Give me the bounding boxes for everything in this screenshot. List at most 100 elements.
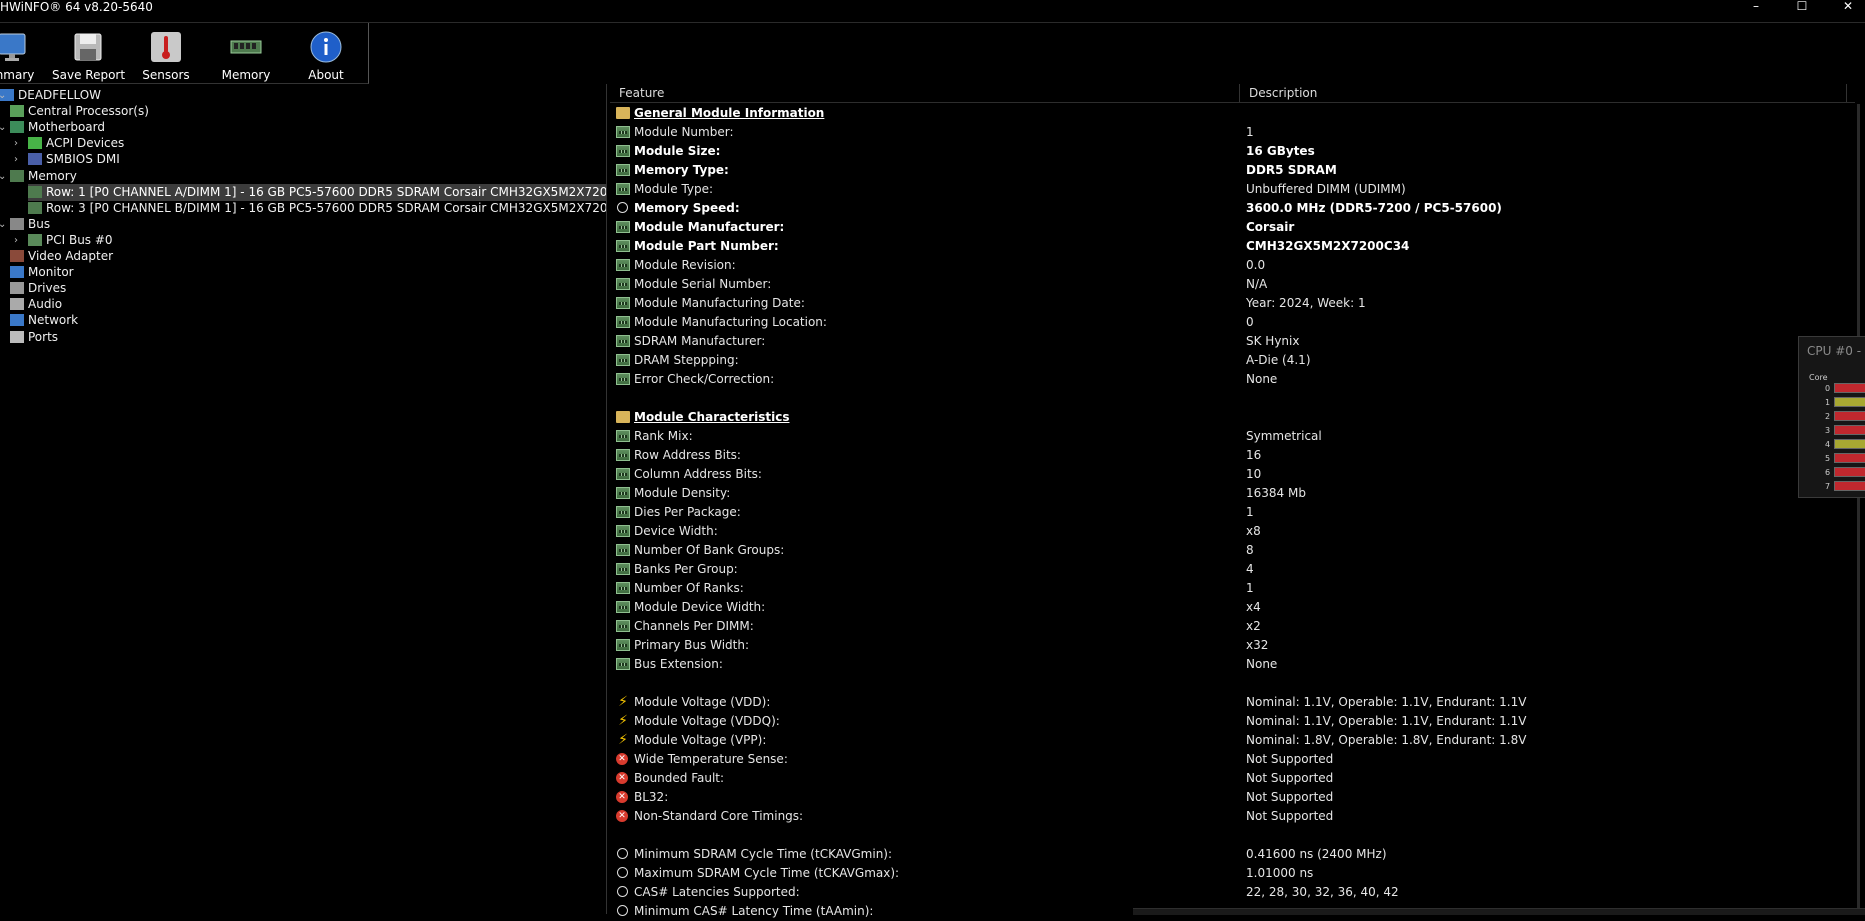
tree-item[interactable]: Row: 3 [P0 CHANNEL B/DIMM 1] - 16 GB PC5… <box>28 200 606 217</box>
table-row[interactable]: Module Size: 16 GBytes <box>610 142 1855 161</box>
table-row[interactable]: Bus Extension: None <box>610 655 1855 674</box>
table-row[interactable]: ✕ Non-Standard Core Timings: Not Supported <box>610 807 1855 826</box>
table-row[interactable]: Memory Speed: 3600.0 MHz (DDR5-7200 / PC5… <box>610 199 1855 218</box>
description-cell: x4 <box>1246 600 1261 614</box>
ram-module-icon <box>616 240 630 252</box>
table-row[interactable]: Module Type: Unbuffered DIMM (UDIMM) <box>610 180 1855 199</box>
close-button[interactable]: ✕ <box>1825 0 1865 14</box>
table-row[interactable]: ⚡ Module Voltage (VDDQ): Nominal: 1.1V, Op… <box>610 712 1855 731</box>
chevron-right-icon[interactable]: › <box>14 135 24 152</box>
table-row[interactable]: Error Check/Correction: None <box>610 370 1855 389</box>
table-row[interactable]: Module Revision: 0.0 <box>610 256 1855 275</box>
table-row[interactable]: ⚡ Module Voltage (VPP): Nominal: 1.8V, Ope… <box>610 731 1855 750</box>
spacer-row <box>610 826 1855 845</box>
table-row[interactable]: Memory Type: DDR5 SDRAM <box>610 161 1855 180</box>
table-row[interactable]: Banks Per Group: 4 <box>610 560 1855 579</box>
table-row[interactable]: Channels Per DIMM: x2 <box>610 617 1855 636</box>
tree-item[interactable]: Video Adapter <box>10 248 113 265</box>
tree-item[interactable]: Bus <box>10 216 50 233</box>
core-load-bar <box>1834 383 1865 393</box>
section-header-row[interactable]: General Module Information <box>610 104 1855 123</box>
ram-module-icon <box>616 373 630 385</box>
description-cell: Nominal: 1.1V, Operable: 1.1V, Endurant:… <box>1246 695 1527 709</box>
tree-item[interactable]: Central Processor(s) <box>10 103 149 120</box>
summary-button[interactable]: mmary <box>0 27 36 82</box>
table-row[interactable]: Dies Per Package: 1 <box>610 503 1855 522</box>
table-row[interactable]: Number Of Ranks: 1 <box>610 579 1855 598</box>
table-row[interactable]: Device Width: x8 <box>610 522 1855 541</box>
table-row[interactable]: DRAM Steppping: A-Die (4.1) <box>610 351 1855 370</box>
device-tree[interactable]: DEADFELLOW ⌄ Central Processor(s)Motherboa… <box>0 84 607 914</box>
window-title: HWiNFO® 64 v8.20-5640 <box>0 0 153 14</box>
cpu-status-window[interactable]: CPU #0 - A Core 0 1 2 3 4 5 6 7 <box>1798 336 1865 498</box>
table-row[interactable]: Module Serial Number: N/A <box>610 275 1855 294</box>
table-row[interactable]: SDRAM Manufacturer: SK Hynix <box>610 332 1855 351</box>
column-header-feature[interactable]: Feature <box>610 84 664 102</box>
about-button[interactable]: About <box>300 27 352 82</box>
minimize-button[interactable]: – <box>1733 0 1779 14</box>
table-row[interactable]: Maximum SDRAM Cycle Time (tCKAVGmax): 1.0… <box>610 864 1855 883</box>
feature-cell: Row Address Bits: <box>634 448 741 462</box>
ram-module-icon <box>616 449 630 461</box>
sensors-button[interactable]: Sensors <box>140 27 192 82</box>
table-row[interactable]: Module Manufacturing Date: Year: 2024, We… <box>610 294 1855 313</box>
battery-icon <box>28 137 42 150</box>
tree-item[interactable]: Network <box>10 312 78 329</box>
feature-cell: Module Type: <box>634 182 714 196</box>
section-header-row[interactable]: Module Characteristics <box>610 408 1855 427</box>
feature-cell: Device Width: <box>634 524 718 538</box>
maximize-button[interactable]: ☐ <box>1779 0 1825 14</box>
table-row[interactable]: Module Number: 1 <box>610 123 1855 142</box>
chevron-right-icon[interactable]: › <box>14 151 24 168</box>
table-row[interactable]: Module Density: 16384 Mb <box>610 484 1855 503</box>
tree-item[interactable]: Memory <box>10 168 77 185</box>
table-row[interactable]: CAS# Latencies Supported: 22, 28, 30, 32,… <box>610 883 1855 902</box>
chevron-down-icon[interactable]: ⌄ <box>0 119 8 136</box>
tree-item-label: Bus <box>28 216 51 231</box>
save-report-button[interactable]: Save Report <box>52 27 125 82</box>
feature-cell: General Module Information <box>634 106 825 120</box>
chevron-down-icon[interactable]: ⌄ <box>0 87 8 104</box>
column-header-description[interactable]: Description <box>1240 84 1317 102</box>
table-row[interactable]: Module Manufacturing Location: 0 <box>610 313 1855 332</box>
table-row[interactable]: ✕ Wide Temperature Sense: Not Supported <box>610 750 1855 769</box>
tree-item[interactable]: Drives <box>10 280 66 297</box>
tree-item[interactable]: Motherboard <box>10 119 105 136</box>
tree-item[interactable]: Ports <box>10 329 58 346</box>
monitor-icon <box>10 266 24 279</box>
table-row[interactable]: Row Address Bits: 16 <box>610 446 1855 465</box>
table-row[interactable]: Rank Mix: Symmetrical <box>610 427 1855 446</box>
table-row[interactable]: Column Address Bits: 10 <box>610 465 1855 484</box>
core-load-bar <box>1834 425 1865 435</box>
table-row[interactable]: Minimum SDRAM Cycle Time (tCKAVGmin): 0.4… <box>610 845 1855 864</box>
chevron-down-icon[interactable]: ⌄ <box>0 168 8 185</box>
core-label: Core <box>1809 373 1828 382</box>
bus-icon <box>10 217 24 230</box>
vertical-scrollbar[interactable] <box>1857 104 1860 910</box>
description-cell: DDR5 SDRAM <box>1246 163 1337 177</box>
chevron-right-icon[interactable]: › <box>14 232 24 249</box>
tree-item[interactable]: PCI Bus #0 <box>28 232 113 249</box>
table-row[interactable]: Module Part Number: CMH32GX5M2X7200C34 <box>610 237 1855 256</box>
table-row[interactable]: ⚡ Module Voltage (VDD): Nominal: 1.1V, Ope… <box>610 693 1855 712</box>
column-separator[interactable] <box>1846 84 1847 102</box>
table-row[interactable]: ✕ Bounded Fault: Not Supported <box>610 769 1855 788</box>
core-load-bar <box>1834 411 1865 421</box>
table-row[interactable]: Number Of Bank Groups: 8 <box>610 541 1855 560</box>
tree-item[interactable]: SMBIOS DMI <box>28 151 120 168</box>
tree-item[interactable]: DEADFELLOW <box>0 87 101 104</box>
tree-item[interactable]: Audio <box>10 296 62 313</box>
tree-item[interactable]: Row: 1 [P0 CHANNEL A/DIMM 1] - 16 GB PC5… <box>28 183 606 201</box>
chevron-down-icon[interactable]: ⌄ <box>0 216 8 233</box>
table-row[interactable]: Module Device Width: x4 <box>610 598 1855 617</box>
tree-item-label: Drives <box>28 281 67 296</box>
table-row[interactable]: Module Manufacturer: Corsair <box>610 218 1855 237</box>
table-row[interactable]: Primary Bus Width: x32 <box>610 636 1855 655</box>
tree-item[interactable]: Monitor <box>10 264 74 281</box>
memory-button[interactable]: Memory <box>218 27 274 82</box>
description-cell: 0.0 <box>1246 258 1266 272</box>
tree-item[interactable]: ACPI Devices <box>28 135 124 152</box>
table-row[interactable]: ✕ BL32: Not Supported <box>610 788 1855 807</box>
description-cell: 16 <box>1246 448 1262 462</box>
core-load-bar <box>1834 439 1865 449</box>
